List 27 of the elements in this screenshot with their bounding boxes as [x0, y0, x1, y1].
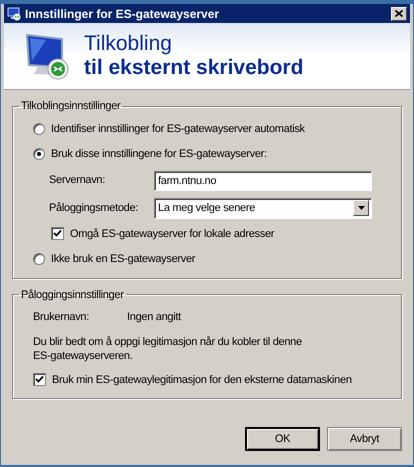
- radio-label: Bruk disse innstillingene for ES-gatewayserver:: [51, 147, 267, 162]
- close-icon: [395, 10, 403, 17]
- field-label: Servernavn:: [49, 173, 106, 188]
- checkbox-label: Omgå ES-gatewayserver for lokale adresser: [70, 226, 274, 242]
- group-title: Tilkoblingsinnstillinger: [20, 99, 122, 114]
- header-subtitle: til eksternt skrivebord: [84, 56, 304, 80]
- checkbox[interactable]: [51, 227, 64, 240]
- dialog-button[interactable]: Avbryt: [327, 427, 402, 451]
- radio-button[interactable]: [33, 148, 45, 160]
- username-value: Ingen angitt: [127, 310, 181, 325]
- radio-label: Ikke bruk en ES-gatewayserver: [51, 252, 196, 267]
- checkbox[interactable]: [33, 373, 46, 386]
- server-name-field[interactable]: farm.ntnu.no: [154, 170, 372, 190]
- group-title: Påloggingsinnstillinger: [20, 288, 125, 302]
- window-title: Innstillinger for ES-gatewayserver: [25, 6, 220, 22]
- field-label: Påloggingsmetode:: [49, 200, 140, 216]
- radio-label: Identifiser innstillinger for ES-gatewayserver automatisk: [51, 122, 305, 136]
- dialog-button[interactable]: OK: [245, 427, 320, 451]
- radio-button[interactable]: [33, 122, 45, 135]
- radio-button[interactable]: [33, 253, 45, 266]
- header-title: Tilkobling: [84, 32, 173, 56]
- field-label: Brukernavn:: [33, 310, 90, 325]
- logon-method-dropdown[interactable]: La meg velge senere: [154, 198, 372, 218]
- checkbox-label: Bruk min ES-gatewaylegitimasjon for den eksterne datamaskinen: [52, 372, 352, 388]
- close-button[interactable]: [391, 6, 407, 20]
- monitor-icon: [7, 6, 21, 20]
- info-text: Du blir bedt om å oppgi legitimasjon når du kobler til denne ES-gatewayserveren.: [33, 334, 303, 362]
